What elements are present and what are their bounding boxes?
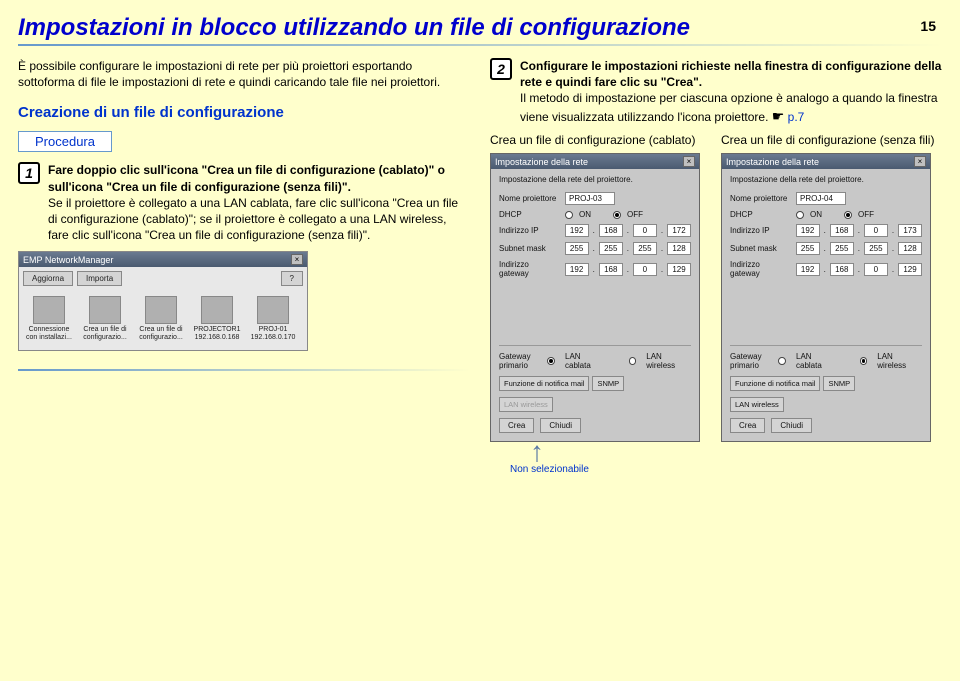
step-1: 1 Fare doppio clic sull'icona "Crea un f… [18, 162, 470, 243]
page-title: Impostazioni in blocco utilizzando un fi… [18, 14, 690, 42]
wireless-titlebar: Impostazione della rete × [722, 154, 930, 169]
help-button[interactable]: ? [281, 271, 303, 286]
lan-wireless-box[interactable]: LAN wireless [730, 397, 784, 412]
page-link[interactable]: p.7 [788, 110, 805, 124]
nm-item-connessione[interactable]: Connessionecon installazi... [23, 296, 75, 341]
step-number-2: 2 [490, 58, 512, 80]
dhcp-off-radio[interactable] [613, 211, 621, 219]
dialog-wireless: Impostazione della rete × Impostazione d… [721, 153, 931, 442]
crea-button[interactable]: Crea [730, 418, 765, 433]
ip-input[interactable]: 192 [796, 224, 820, 237]
nm-item-projector1[interactable]: PROJECTOR1192.168.0.168 [191, 296, 243, 341]
gwprim-wireless-radio[interactable] [629, 357, 637, 365]
nome-input[interactable]: PROJ-03 [565, 192, 615, 205]
nm-item-crea-cablato[interactable]: Crea un file diconfigurazio... [79, 296, 131, 341]
dhcp-on-radio[interactable] [565, 211, 573, 219]
left-column: È possibile configurare le impostazioni … [18, 58, 470, 475]
dhcp-off-radio[interactable] [844, 211, 852, 219]
dialog-hint: Impostazione della rete del proiettore. [730, 175, 922, 184]
label-ip: Indirizzo IP [499, 226, 561, 235]
step-number-1: 1 [18, 162, 40, 184]
caption-wireless: Crea un file di configurazione (senza fi… [721, 133, 942, 149]
aggiorna-button[interactable]: Aggiorna [23, 271, 73, 286]
lan-wireless-disabled: LAN wireless [499, 397, 553, 412]
gwprim-cablata-radio[interactable] [547, 357, 555, 365]
label-gw: Indirizzo gateway [499, 260, 561, 278]
crea-button[interactable]: Crea [499, 418, 534, 433]
gwprim-cablata-radio[interactable] [778, 357, 786, 365]
label-dhcp: DHCP [499, 210, 561, 219]
mail-box[interactable]: Funzione di notifica mail [730, 376, 820, 391]
mail-box[interactable]: Funzione di notifica mail [499, 376, 589, 391]
chiudi-button[interactable]: Chiudi [540, 418, 581, 433]
step-2: 2 Configurare le impostazioni richieste … [490, 58, 942, 125]
gw-input[interactable]: 192 [565, 263, 589, 276]
step2-bold: Configurare le impostazioni richieste ne… [520, 58, 942, 90]
importa-button[interactable]: Importa [77, 271, 122, 286]
nm-titlebar: EMP NetworkManager × [19, 252, 307, 267]
step2-text: Il metodo di impostazione per ciascuna o… [520, 90, 942, 125]
arrow-up-icon: ↑ [530, 448, 942, 456]
dialog-wired: Impostazione della rete × Impostazione d… [490, 153, 700, 442]
snmp-box[interactable]: SNMP [592, 376, 624, 391]
caption-wired: Crea un file di configurazione (cablato) [490, 133, 711, 149]
step1-text: Se il proiettore è collegato a una LAN c… [48, 195, 470, 244]
wireless-title: Impostazione della rete [726, 157, 819, 167]
close-icon[interactable]: × [291, 254, 303, 265]
label-nome: Nome proiettore [499, 194, 561, 203]
close-icon[interactable]: × [914, 156, 926, 167]
wired-titlebar: Impostazione della rete × [491, 154, 699, 169]
subhead: Creazione di un file di configurazione [18, 104, 470, 121]
step1-bold: Fare doppio clic sull'icona "Crea un fil… [48, 162, 470, 194]
mask-input[interactable]: 255 [796, 242, 820, 255]
screenshot-networkmanager: EMP NetworkManager × Aggiorna Importa ? … [18, 251, 308, 350]
hand-icon: ☛ [772, 108, 785, 124]
right-column: 2 Configurare le impostazioni richieste … [490, 58, 942, 475]
nome-input[interactable]: PROJ-04 [796, 192, 846, 205]
non-selezionabile-label: Non selezionabile [510, 464, 942, 475]
label-mask: Subnet mask [499, 244, 561, 253]
page-number: 15 [920, 18, 936, 34]
intro-text: È possibile configurare le impostazioni … [18, 58, 470, 90]
dhcp-on-radio[interactable] [796, 211, 804, 219]
title-rule [18, 44, 942, 46]
nm-title: EMP NetworkManager [23, 255, 113, 265]
label-gwprim: Gateway primario [499, 352, 539, 370]
step2-text-a: Il metodo di impostazione per ciascuna o… [520, 91, 938, 123]
close-icon[interactable]: × [683, 156, 695, 167]
left-bottom-rule [18, 369, 470, 371]
procedura-box: Procedura [18, 131, 112, 152]
snmp-box[interactable]: SNMP [823, 376, 855, 391]
mask-input[interactable]: 255 [565, 242, 589, 255]
gw-input[interactable]: 192 [796, 263, 820, 276]
ip-input[interactable]: 192 [565, 224, 589, 237]
chiudi-button[interactable]: Chiudi [771, 418, 812, 433]
nm-item-crea-wireless[interactable]: Crea un file diconfigurazio... [135, 296, 187, 341]
gwprim-wireless-radio[interactable] [860, 357, 868, 365]
nm-item-proj01[interactable]: PROJ-01192.168.0.170 [247, 296, 299, 341]
dialog-hint: Impostazione della rete del proiettore. [499, 175, 691, 184]
wired-title: Impostazione della rete [495, 157, 588, 167]
